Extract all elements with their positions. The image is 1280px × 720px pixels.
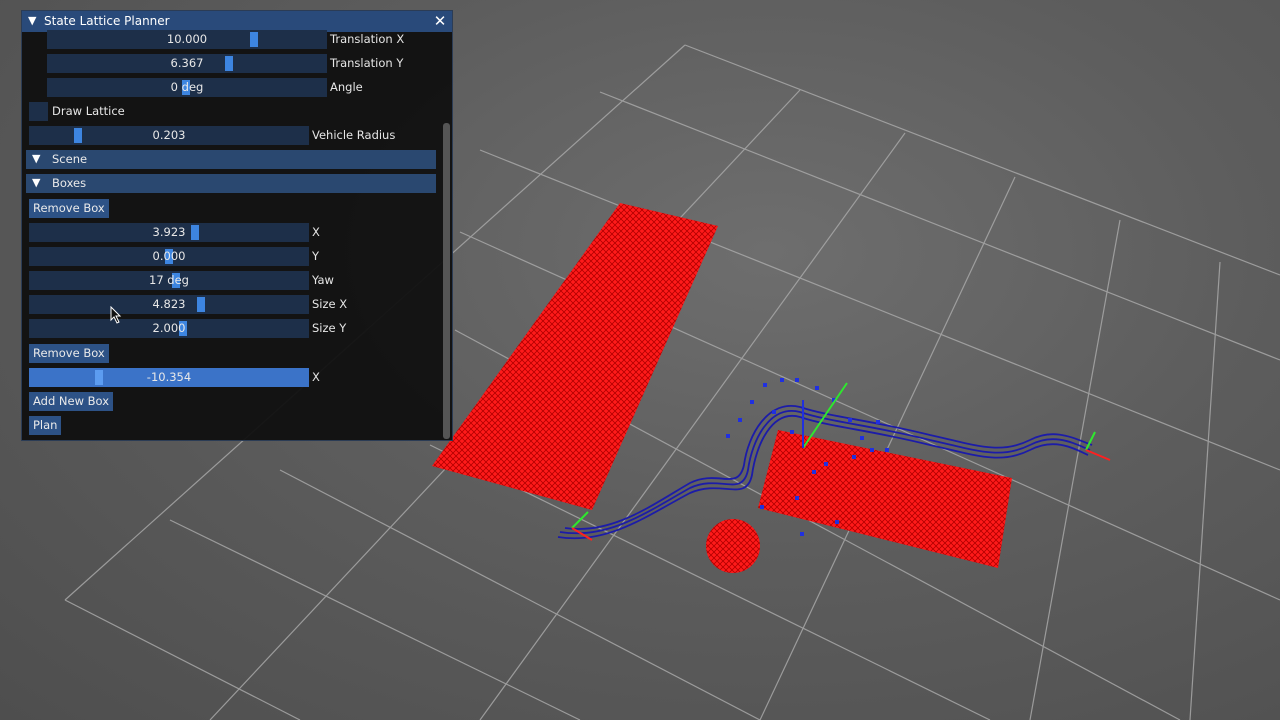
obstacle-box-large <box>432 203 718 510</box>
boxes-section-title: Boxes <box>52 176 87 190</box>
slider-value: 0 deg <box>170 80 204 94</box>
add-new-box-button[interactable]: Add New Box <box>29 392 114 411</box>
mouse-cursor-icon <box>110 306 122 324</box>
vehicle-radius-slider[interactable]: 0.203 <box>29 126 309 145</box>
translation-y-slider[interactable]: 6.367 <box>47 54 327 73</box>
collapse-triangle-icon[interactable]: ▼ <box>28 14 36 27</box>
obstacle-box-small <box>706 519 760 573</box>
panel-scrollbar[interactable] <box>443 123 450 439</box>
draw-lattice-label: Draw Lattice <box>52 104 125 118</box>
box-x-label: X <box>312 225 320 239</box>
angle-slider[interactable]: 0 deg <box>47 78 327 97</box>
slider-value: 3.923 <box>152 225 186 239</box>
box-y-slider[interactable]: 0.000 <box>29 247 309 266</box>
box-size-y-slider[interactable]: 2.000 <box>29 319 309 338</box>
window-title-bar[interactable]: ▼ State Lattice Planner ✕ <box>22 11 452 32</box>
window-title: State Lattice Planner <box>44 14 170 28</box>
slider-value: 6.367 <box>170 56 204 70</box>
boxes-section-header[interactable]: ▼ Boxes <box>26 174 436 193</box>
slider-value: 4.823 <box>152 297 186 311</box>
scene-section-title: Scene <box>52 152 88 166</box>
slider-value: 10.000 <box>166 32 208 46</box>
box-size-x-label: Size X <box>312 297 348 311</box>
translation-x-slider[interactable]: 10.000 <box>47 30 327 49</box>
scene-section-header[interactable]: ▼ Scene <box>26 150 436 169</box>
vehicle-radius-label: Vehicle Radius <box>312 128 396 142</box>
box-yaw-label: Yaw <box>312 273 334 287</box>
box-x-slider[interactable]: 3.923 <box>29 223 309 242</box>
translation-y-label: Translation Y <box>330 56 404 70</box>
remove-box-button[interactable]: Remove Box <box>29 199 109 218</box>
translation-x-label: Translation X <box>330 32 405 46</box>
plan-button[interactable]: Plan <box>29 416 62 435</box>
state-lattice-planner-window[interactable]: ▼ State Lattice Planner ✕ 10.000 Transla… <box>21 10 453 441</box>
slider-value: -10.354 <box>146 370 192 384</box>
goal-pose-axes <box>1085 431 1111 461</box>
slider-value: 2.000 <box>152 321 186 335</box>
draw-lattice-checkbox[interactable] <box>29 102 48 121</box>
box-yaw-slider[interactable]: 17 deg <box>29 271 309 290</box>
close-icon[interactable]: ✕ <box>432 12 448 30</box>
box-size-y-label: Size Y <box>312 321 347 335</box>
slider-value: 0.000 <box>152 249 186 263</box>
angle-label: Angle <box>330 80 363 94</box>
box-x-label: X <box>312 370 320 384</box>
slider-value: 0.203 <box>152 128 186 142</box>
expand-triangle-icon: ▼ <box>32 176 41 189</box>
slider-value: 17 deg <box>149 273 189 287</box>
box-size-x-slider[interactable]: 4.823 <box>29 295 309 314</box>
expand-triangle-icon: ▼ <box>32 152 41 165</box>
box-y-label: Y <box>312 249 320 263</box>
box-x-slider[interactable]: -10.354 <box>29 368 309 387</box>
remove-box-button[interactable]: Remove Box <box>29 344 109 363</box>
